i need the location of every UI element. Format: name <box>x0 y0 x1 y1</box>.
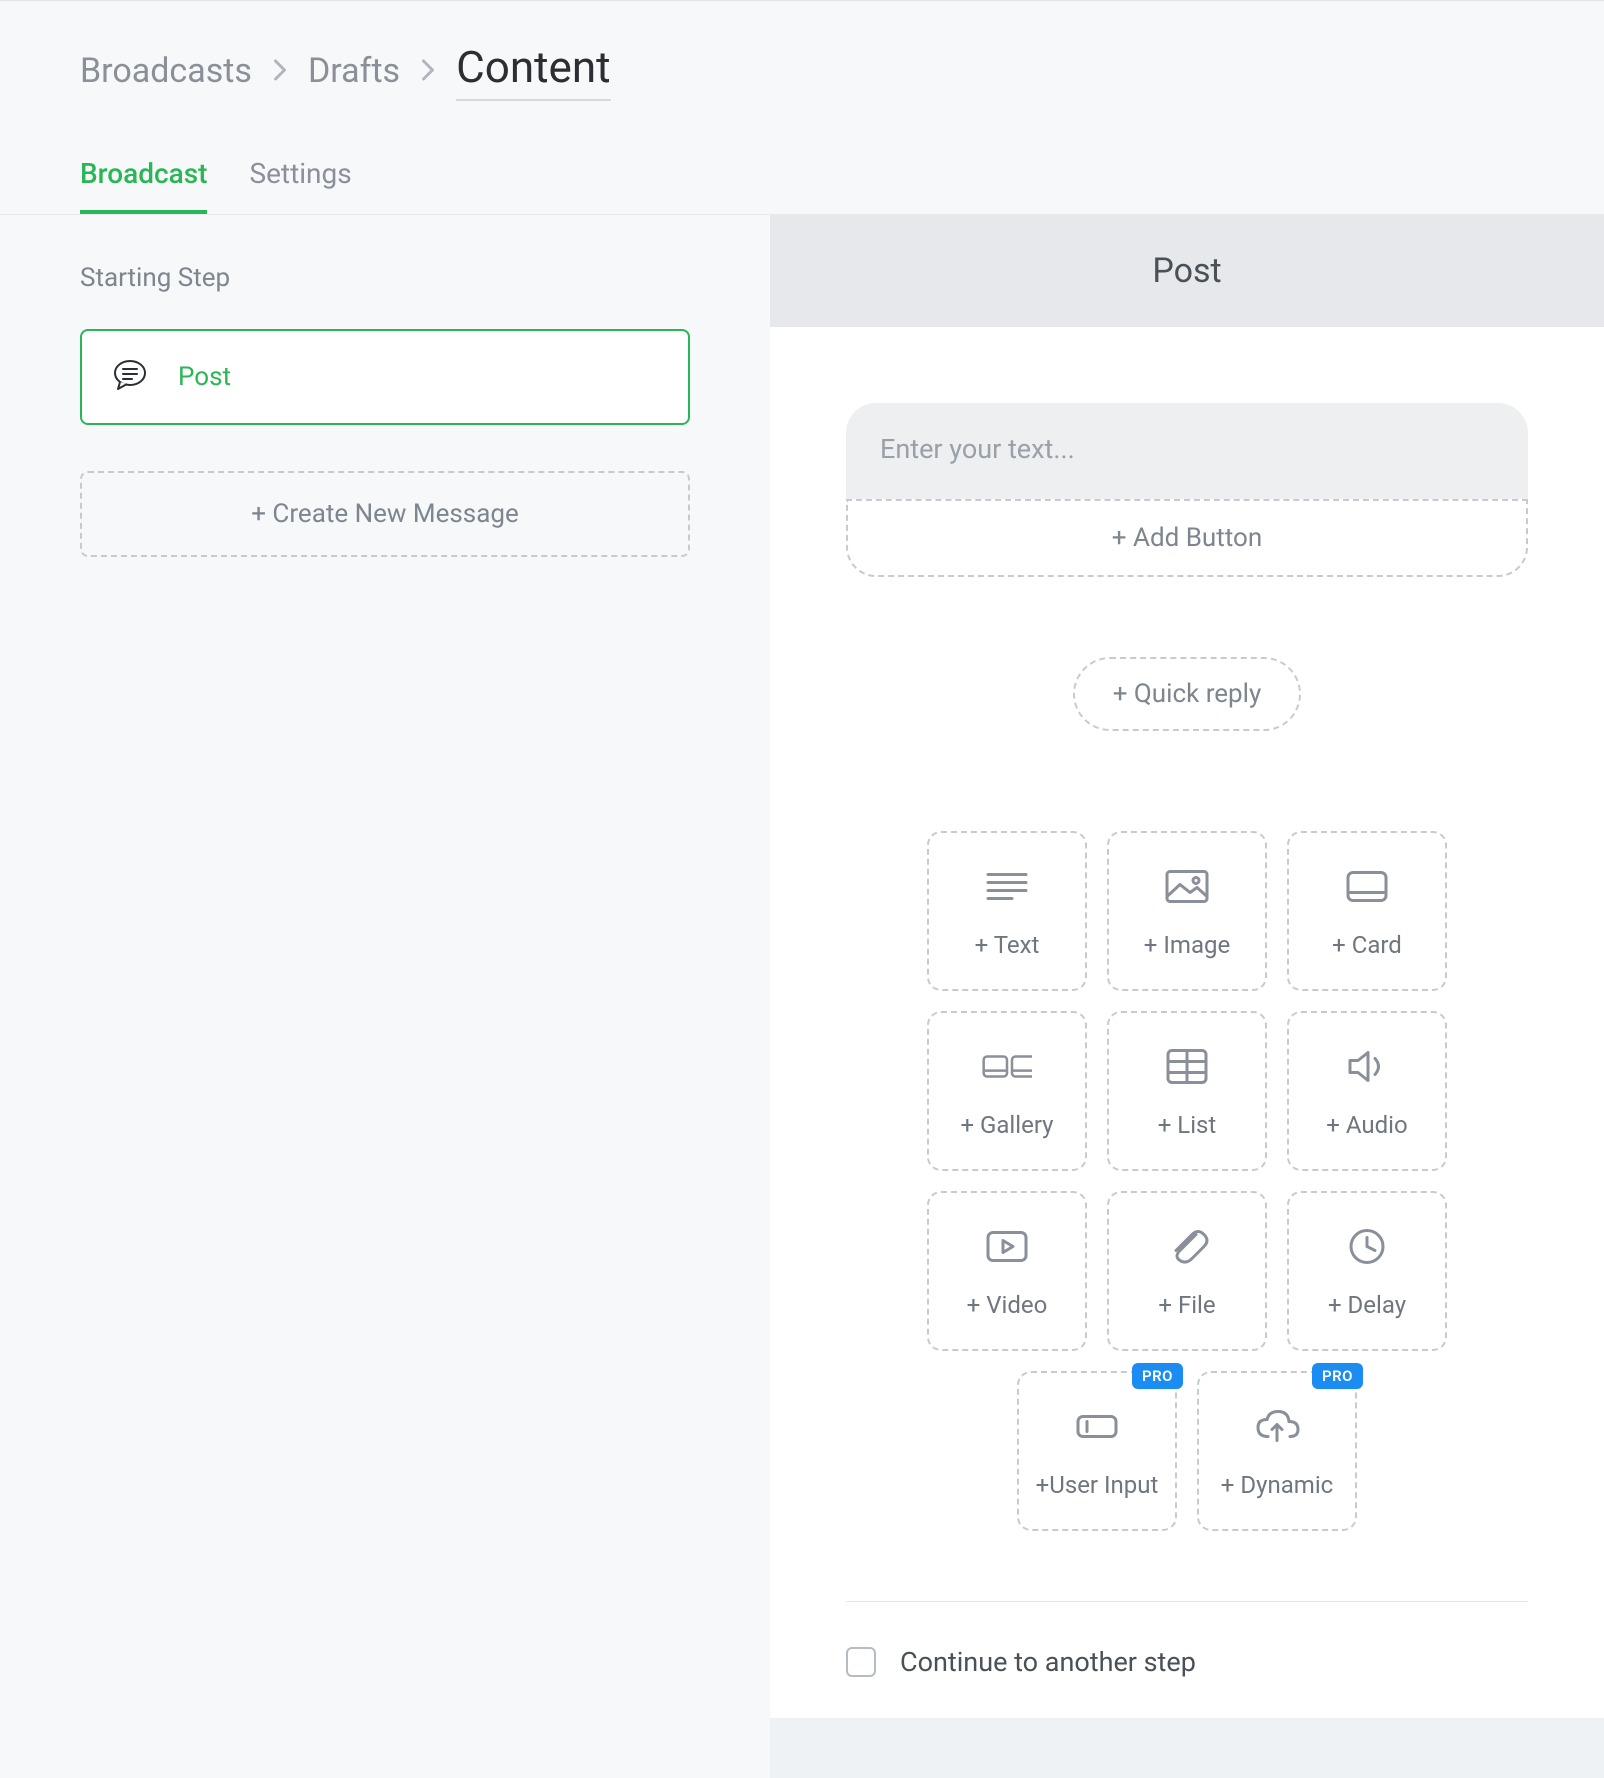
panel-body: Enter your text... + Add Button + Quick … <box>770 327 1604 1718</box>
list-icon <box>1162 1044 1212 1089</box>
tab-broadcast[interactable]: Broadcast <box>80 157 207 214</box>
continue-row: Continue to another step <box>846 1646 1528 1678</box>
element-label: + Video <box>967 1291 1048 1319</box>
pro-badge: PRO <box>1312 1363 1363 1389</box>
element-label: + Dynamic <box>1221 1471 1333 1499</box>
add-button[interactable]: + Add Button <box>846 499 1528 577</box>
panel-title: Post <box>770 215 1604 327</box>
element-label: + Audio <box>1326 1111 1407 1139</box>
message-icon <box>112 357 148 397</box>
add-text-button[interactable]: + Text <box>927 831 1087 991</box>
add-dynamic-button[interactable]: PRO + Dynamic <box>1197 1371 1357 1531</box>
card-icon <box>1342 864 1392 909</box>
starting-step-label: Starting Step <box>80 263 690 293</box>
breadcrumb-drafts[interactable]: Drafts <box>308 51 400 91</box>
file-icon <box>1162 1224 1212 1269</box>
text-icon <box>982 864 1032 909</box>
continue-label: Continue to another step <box>900 1646 1196 1678</box>
element-label: + Image <box>1144 931 1230 959</box>
main: Starting Step Post + Create New Message … <box>0 215 1604 1778</box>
element-grid: + Text + Image <box>846 831 1528 1531</box>
element-label: + Text <box>975 931 1040 959</box>
breadcrumb-current: Content <box>456 41 610 101</box>
add-audio-button[interactable]: + Audio <box>1287 1011 1447 1171</box>
step-card-post[interactable]: Post <box>80 329 690 425</box>
add-gallery-button[interactable]: + Gallery <box>927 1011 1087 1171</box>
video-icon <box>982 1224 1032 1269</box>
input-icon <box>1072 1404 1122 1449</box>
add-file-button[interactable]: + File <box>1107 1191 1267 1351</box>
step-card-label: Post <box>178 362 231 392</box>
gallery-icon <box>982 1044 1032 1089</box>
add-delay-button[interactable]: + Delay <box>1287 1191 1447 1351</box>
element-label: + Gallery <box>960 1111 1053 1139</box>
chevron-right-icon <box>420 51 436 91</box>
right-panel: Post Enter your text... + Add Button + Q… <box>770 215 1604 1778</box>
breadcrumb: Broadcasts Drafts Content <box>80 41 1524 101</box>
left-panel: Starting Step Post + Create New Message <box>0 215 770 1778</box>
message-text-input[interactable]: Enter your text... <box>846 403 1528 499</box>
clock-icon <box>1342 1224 1392 1269</box>
create-new-message-button[interactable]: + Create New Message <box>80 471 690 557</box>
pro-badge: PRO <box>1132 1363 1183 1389</box>
tabs: Broadcast Settings <box>80 157 1524 214</box>
divider <box>846 1601 1528 1602</box>
add-image-button[interactable]: + Image <box>1107 831 1267 991</box>
element-label: + List <box>1158 1111 1217 1139</box>
quick-reply-button[interactable]: + Quick reply <box>1073 657 1302 731</box>
add-list-button[interactable]: + List <box>1107 1011 1267 1171</box>
breadcrumb-broadcasts[interactable]: Broadcasts <box>80 51 252 91</box>
tab-settings[interactable]: Settings <box>249 157 351 214</box>
chevron-right-icon <box>272 51 288 91</box>
image-icon <box>1162 864 1212 909</box>
element-label: +User Input <box>1036 1471 1159 1499</box>
cloud-upload-icon <box>1252 1404 1302 1449</box>
text-block: Enter your text... + Add Button <box>846 403 1528 577</box>
element-label: + Card <box>1332 931 1402 959</box>
add-card-button[interactable]: + Card <box>1287 831 1447 991</box>
header: Broadcasts Drafts Content Broadcast Sett… <box>0 0 1604 215</box>
element-label: + File <box>1158 1291 1215 1319</box>
add-video-button[interactable]: + Video <box>927 1191 1087 1351</box>
audio-icon <box>1342 1044 1392 1089</box>
add-user-input-button[interactable]: PRO +User Input <box>1017 1371 1177 1531</box>
continue-checkbox[interactable] <box>846 1647 876 1677</box>
element-label: + Delay <box>1328 1291 1406 1319</box>
